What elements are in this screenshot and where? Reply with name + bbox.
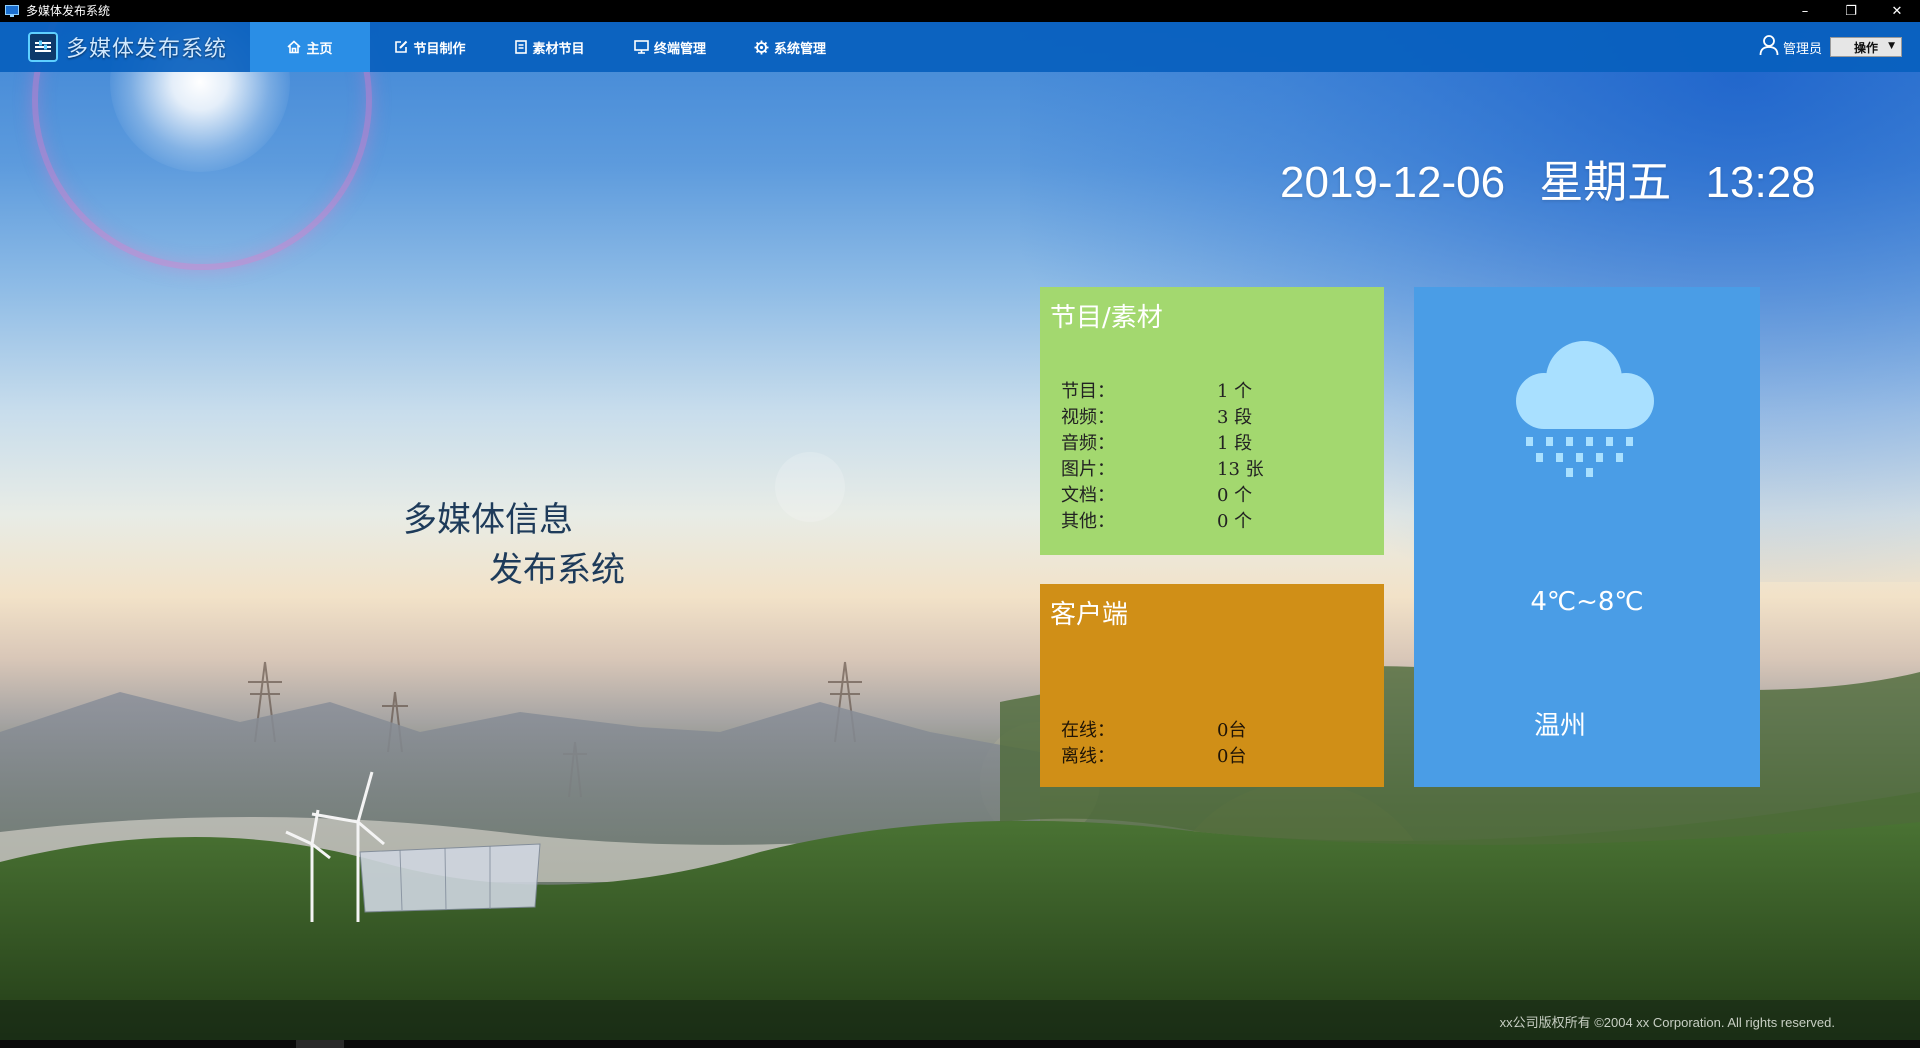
stat-value: 1 段 — [1217, 433, 1253, 454]
stat-label: 其他： — [1061, 511, 1115, 532]
program-material-card[interactable]: 节目/素材 节目： 1 个 视频： 3 段 音频： 1 段 图片： 13 张 文档： 0 … — [1040, 287, 1384, 555]
brand: 多媒体发布系统 — [0, 22, 250, 72]
user-icon[interactable] — [1759, 34, 1779, 60]
tab-label: 节目制作 — [413, 41, 466, 57]
edit-icon — [394, 40, 408, 54]
stat-value: 0台 — [1217, 746, 1247, 767]
stat-label: 图片： — [1061, 459, 1115, 480]
footer: xx公司版权所有 ©2004 xx Corporation. All right… — [0, 1000, 1920, 1040]
minimize-button[interactable]: – — [1782, 0, 1828, 22]
stat-row: 图片： 13 张 — [1061, 457, 1264, 483]
stat-label: 在线： — [1061, 720, 1115, 741]
brand-name: 多媒体发布系统 — [66, 37, 228, 62]
stat-row: 音频： 1 段 — [1061, 431, 1264, 457]
hero-title-line2: 发布系统 — [489, 550, 625, 590]
tab-label: 系统管理 — [773, 41, 826, 57]
copyright-text: xx公司版权所有 ©2004 xx Corporation. All right… — [1499, 1015, 1835, 1030]
weekday-text: 星期五 — [1539, 158, 1672, 207]
taskbar — [0, 1040, 1920, 1048]
tab-home[interactable]: 主页 — [250, 22, 370, 72]
monitor-logo-icon — [28, 32, 58, 62]
tab-label: 终端管理 — [653, 41, 706, 57]
tab-program-make[interactable]: 节目制作 — [370, 22, 490, 72]
document-icon — [515, 40, 528, 54]
card-title: 客户端 — [1050, 600, 1129, 630]
home-icon — [287, 40, 302, 54]
taskbar-item[interactable] — [296, 1040, 344, 1048]
window-titlebar: 多媒体发布系统 – ❐ ✕ — [0, 0, 1920, 22]
gear-icon — [754, 40, 769, 55]
stat-row: 文档： 0 个 — [1061, 483, 1264, 509]
stat-row: 视频： 3 段 — [1061, 405, 1264, 431]
hero-title-line1: 多媒体信息 — [403, 500, 573, 540]
stat-row: 节目： 1 个 — [1061, 379, 1264, 405]
stat-label: 离线： — [1061, 746, 1115, 767]
app-monitor-icon — [4, 4, 20, 18]
city-name: 温州 — [1534, 711, 1587, 741]
datetime-display: 2019-12-06 星期五 13:28 — [1280, 146, 1816, 210]
operate-label: 操作 — [1853, 40, 1878, 55]
tab-label: 主页 — [306, 41, 333, 57]
stat-label: 节目： — [1061, 381, 1115, 402]
window-controls: – ❐ ✕ — [1782, 0, 1920, 22]
stat-value: 3 段 — [1217, 407, 1253, 428]
stat-label: 文档： — [1061, 485, 1115, 506]
stat-value: 1 个 — [1217, 381, 1253, 402]
client-card[interactable]: 客户端 在线： 0台 离线： 0台 — [1040, 584, 1384, 787]
tab-terminal-manage[interactable]: 终端管理 — [610, 22, 730, 72]
stat-row: 离线： 0台 — [1061, 744, 1246, 770]
tab-material-program[interactable]: 素材节目 — [490, 22, 610, 72]
window-title: 多媒体发布系统 — [26, 4, 111, 18]
close-button[interactable]: ✕ — [1874, 0, 1920, 22]
weather-card[interactable]: 4℃~8℃ 温州 — [1414, 287, 1760, 787]
time-text: 13:28 — [1705, 158, 1816, 207]
operate-dropdown[interactable]: 操作 ▼ — [1830, 37, 1902, 57]
stat-value: 0台 — [1217, 720, 1247, 741]
top-navbar: 多媒体发布系统 主页 节目制作 素材节目 终端管理 系统管理 管理员 操作 ▼ — [0, 22, 1920, 72]
stat-row: 在线： 0台 — [1061, 718, 1246, 744]
caret-down-icon: ▼ — [1888, 41, 1895, 51]
stat-row: 其他： 0 个 — [1061, 509, 1264, 535]
tab-label: 素材节目 — [532, 41, 585, 57]
user-name: 管理员 — [1782, 41, 1822, 57]
nav-tabs: 主页 节目制作 素材节目 终端管理 系统管理 — [250, 22, 850, 72]
monitor-icon — [634, 40, 649, 54]
client-stats: 在线： 0台 离线： 0台 — [1061, 718, 1246, 770]
tab-system-manage[interactable]: 系统管理 — [730, 22, 850, 72]
card-title: 节目/素材 — [1050, 303, 1163, 333]
stat-value: 0 个 — [1217, 485, 1253, 506]
user-area: 管理员 操作 ▼ — [1759, 22, 1902, 72]
rain-cloud-icon — [1514, 339, 1656, 483]
stat-value: 13 张 — [1217, 459, 1264, 480]
stat-label: 视频： — [1061, 407, 1115, 428]
stat-label: 音频： — [1061, 433, 1115, 454]
program-stats: 节目： 1 个 视频： 3 段 音频： 1 段 图片： 13 张 文档： 0 个 其他： 0… — [1061, 379, 1264, 535]
stat-value: 0 个 — [1217, 511, 1253, 532]
restore-button[interactable]: ❐ — [1828, 0, 1874, 22]
date-text: 2019-12-06 — [1280, 158, 1506, 207]
temperature-range: 4℃~8℃ — [1530, 587, 1644, 617]
